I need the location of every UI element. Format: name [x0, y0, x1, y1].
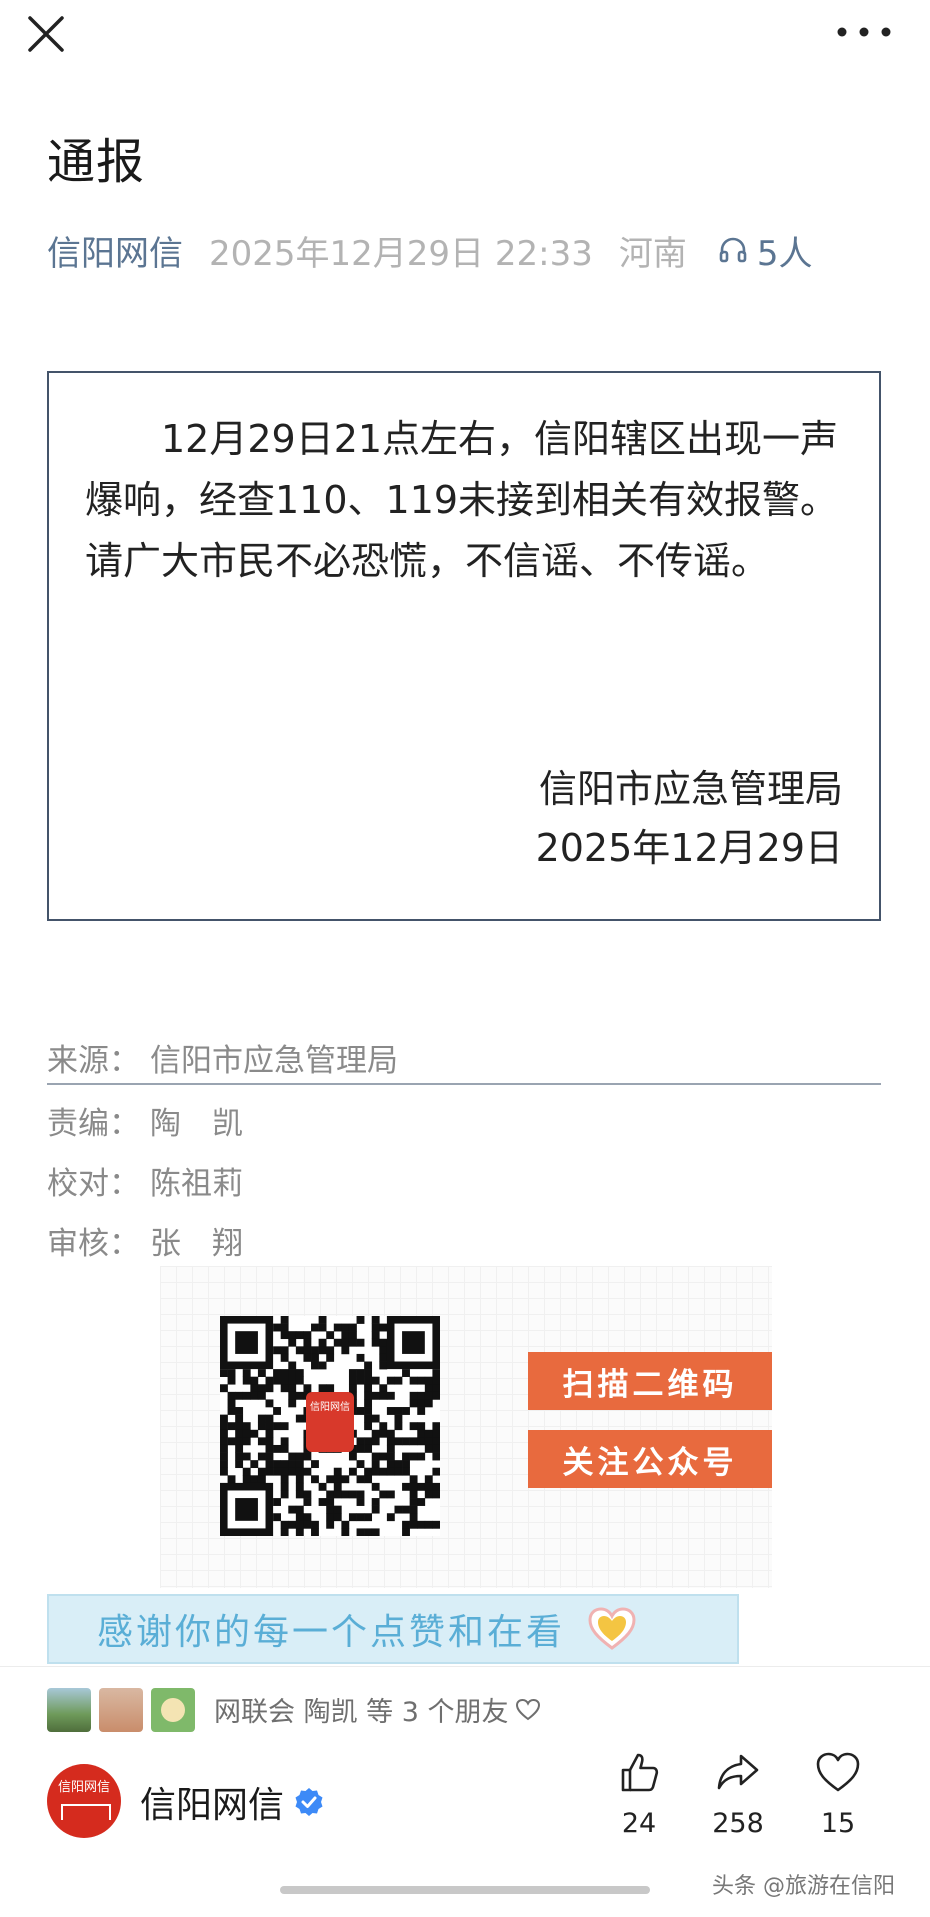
like-count: 24	[621, 1808, 657, 1839]
notice-date: 2025年12月29日	[535, 826, 843, 870]
favorite-button[interactable]: 15	[793, 1748, 883, 1839]
heart-badge-icon	[588, 1607, 636, 1650]
friend-avatar[interactable]	[151, 1688, 195, 1732]
thumbs-up-icon	[621, 1753, 659, 1792]
article-title: 通报	[47, 134, 146, 190]
article-meta: 信阳网信 2025年12月29日 22:33 河南 5人	[47, 226, 813, 275]
credit-review-label: 审核：	[47, 1226, 140, 1262]
account-avatar-text: 信阳网信	[57, 1780, 110, 1795]
credit-editor: 责编： 陶 凯	[47, 1098, 243, 1143]
watermark: 头条 @旅游在信阳	[712, 1874, 895, 1899]
scan-qr-button[interactable]: 扫描二维码	[528, 1352, 772, 1410]
publish-region: 河南	[618, 233, 687, 274]
credit-editor-label: 责编：	[47, 1106, 140, 1142]
like-button[interactable]: 24	[594, 1748, 684, 1839]
close-icon	[28, 16, 64, 52]
notice-signer: 信阳市应急管理局	[538, 767, 843, 811]
qr-promo: 信阳网信 扫描二维码 关注公众号	[160, 1266, 772, 1588]
home-indicator[interactable]	[280, 1886, 650, 1894]
friend-avatar[interactable]	[47, 1688, 91, 1732]
notice-body: 12月29日21点左右，信阳辖区出现一声爆响，经查110、119未接到相关有效报…	[85, 417, 839, 583]
credits-divider	[47, 1083, 881, 1085]
follow-account-button[interactable]: 关注公众号	[528, 1430, 772, 1488]
credit-source-value: 信阳市应急管理局	[150, 1043, 398, 1079]
credit-proofreader: 校对： 陈祖莉	[47, 1158, 243, 1203]
close-button[interactable]	[22, 10, 70, 58]
qr-code[interactable]: 信阳网信	[220, 1316, 441, 1537]
credit-proof-label: 校对：	[47, 1166, 140, 1202]
credit-editor-value: 陶 凯	[150, 1106, 243, 1142]
share-arrow-icon	[717, 1754, 759, 1790]
credit-source: 来源： 信阳市应急管理局	[47, 1035, 398, 1080]
publish-datetime: 2025年12月29日 22:33	[209, 233, 593, 274]
heart-outline-icon	[515, 1698, 540, 1720]
bottom-divider	[0, 1666, 930, 1667]
listener-count: 5人	[756, 233, 813, 274]
friend-avatar[interactable]	[99, 1688, 143, 1732]
listen-button[interactable]: 5人	[717, 226, 813, 275]
account-name-text: 信阳网信	[140, 1785, 285, 1826]
gate-emblem-icon	[61, 1804, 111, 1820]
credit-review-value: 张 翔	[150, 1226, 243, 1262]
friends-liked[interactable]: 网联会 陶凯 等 3 个朋友	[214, 1690, 541, 1729]
heart-icon	[816, 1752, 860, 1792]
account-name[interactable]: 信阳网信	[140, 1776, 324, 1828]
favorite-count: 15	[820, 1808, 856, 1839]
account-avatar[interactable]: 信阳网信	[47, 1764, 121, 1838]
author-link[interactable]: 信阳网信	[47, 226, 183, 275]
credit-proof-value: 陈祖莉	[150, 1166, 243, 1202]
thanks-banner-text: 感谢你的每一个点赞和在看	[97, 1612, 566, 1653]
share-count: 258	[712, 1808, 764, 1839]
notice-box: 12月29日21点左右，信阳辖区出现一声爆响，经查110、119未接到相关有效报…	[47, 371, 881, 921]
thanks-banner: 感谢你的每一个点赞和在看	[47, 1594, 739, 1664]
headphones-icon	[719, 237, 747, 263]
more-options-button[interactable]	[832, 14, 896, 50]
verified-badge-icon	[295, 1788, 323, 1816]
credit-reviewer: 审核： 张 翔	[47, 1218, 243, 1263]
qr-center-logo-text: 信阳网信	[310, 1402, 350, 1413]
more-dots-icon	[837, 27, 891, 37]
share-button[interactable]: 258	[693, 1748, 783, 1839]
credit-source-label: 来源：	[47, 1043, 140, 1079]
qr-center-logo: 信阳网信	[306, 1392, 354, 1452]
friends-liked-text: 网联会 陶凯 等 3 个朋友	[214, 1697, 509, 1728]
